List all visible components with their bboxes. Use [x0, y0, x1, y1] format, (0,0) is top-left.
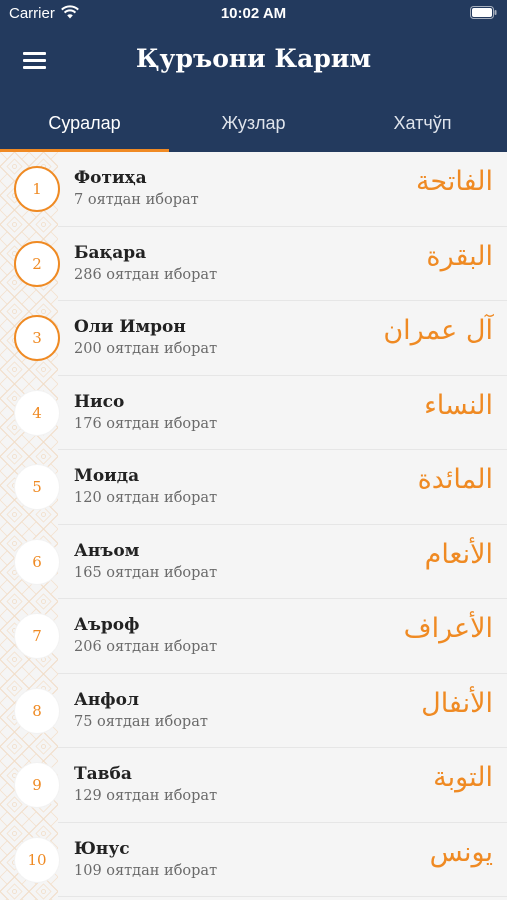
surah-name: Моида [74, 466, 140, 486]
surah-arabic-title: الأنعام [424, 538, 493, 570]
surah-arabic-title: الأنفال [421, 687, 493, 719]
surah-verse-count: 206 оятдан иборат [74, 639, 218, 655]
surah-row[interactable]: 4 Нисо 176 оятдан иборат النساء [0, 376, 507, 450]
surah-row[interactable]: 3 Оли Имрон 200 оятдан иборат آل عمران [0, 301, 507, 376]
surah-row[interactable]: 5 Моида 120 оятдан иборат المائدة [0, 450, 507, 525]
surah-name: Анфол [74, 689, 139, 710]
status-bar: Carrier 10:02 AM [0, 0, 507, 30]
surah-verse-count: 109 оятдан иборат [74, 862, 218, 879]
battery-icon [470, 6, 497, 19]
surah-verse-count: 120 оятдан иборат [74, 490, 218, 506]
surah-name: Юнус [74, 838, 130, 859]
surah-name: Аъроф [74, 615, 140, 635]
surah-arabic-title: الأعراف [403, 613, 493, 644]
surah-row[interactable]: 9 Тавба 129 оятдан иборат التوبة [0, 748, 507, 823]
surah-verse-count: 129 оятдан иборат [74, 788, 218, 804]
surah-row[interactable]: 2 Бақара 286 оятдан иборат البقرة [0, 227, 507, 301]
surah-arabic-title: البقرة [426, 240, 493, 272]
surah-list[interactable]: 1 Фотиҳа 7 оятдан иборат الفاتحة 2 Бақар… [0, 152, 507, 900]
surah-number-badge: 10 [14, 836, 60, 883]
surah-number-badge: 5 [14, 464, 60, 510]
app-header: Carrier 10:02 AM Қуръони Карим Суралар Ж… [0, 0, 507, 152]
status-time: 10:02 AM [220, 5, 287, 22]
nav-bar: Қуръони Карим [0, 36, 507, 86]
surah-number-badge: 3 [14, 315, 60, 361]
surah-verse-count: 75 оятдан иборат [74, 713, 208, 730]
surah-number-badge: 9 [14, 762, 60, 808]
surah-row[interactable]: 1 Фотиҳа 7 оятдан иборат الفاتحة [0, 152, 507, 227]
page-title: Қуръони Карим [135, 44, 372, 73]
surah-number-badge: 4 [14, 389, 60, 436]
surah-verse-count: 165 оятдан иборат [74, 564, 218, 581]
surah-arabic-title: الفاتحة [415, 166, 493, 197]
surah-name: Тавба [74, 764, 132, 784]
surah-number-badge: 7 [14, 613, 60, 659]
tab-juz[interactable]: Жузлар [169, 100, 338, 152]
tab-bookmarks[interactable]: Хатчўп [338, 100, 507, 152]
surah-arabic-title: التوبة [433, 762, 493, 793]
surah-arabic-title: آل عمران [383, 315, 493, 346]
surah-number-badge: 6 [14, 538, 60, 585]
surah-arabic-title: المائدة [417, 464, 493, 495]
surah-name: Фотиҳа [74, 168, 147, 188]
surah-number-badge: 1 [14, 166, 60, 212]
surah-row[interactable]: 7 Аъроф 206 оятдан иборат الأعراف [0, 599, 507, 674]
surah-row[interactable]: 10 Юнус 109 оятдан иборат يونس [0, 823, 507, 897]
surah-name: Бақара [74, 242, 147, 263]
surah-name: Оли Имрон [74, 317, 186, 337]
surah-number-badge: 2 [14, 240, 60, 287]
surah-name: Нисо [74, 391, 125, 412]
surah-arabic-title: النساء [424, 389, 493, 421]
surah-arabic-title: يونس [429, 836, 493, 868]
tab-surahs[interactable]: Суралар [0, 100, 169, 152]
surah-row[interactable]: 6 Анъом 165 оятдан иборат الأنعام [0, 525, 507, 599]
row-divider [58, 896, 507, 897]
surah-verse-count: 7 оятдан иборат [74, 192, 199, 208]
surah-row[interactable]: 8 Анфол 75 оятдан иборат الأنفال [0, 674, 507, 748]
surah-verse-count: 176 оятдан иборат [74, 415, 218, 432]
surah-number-badge: 8 [14, 687, 60, 734]
surah-verse-count: 286 оятдан иборат [74, 266, 218, 283]
tab-bar: Суралар Жузлар Хатчўп [0, 100, 507, 152]
surah-verse-count: 200 оятдан иборат [74, 341, 218, 357]
surah-name: Анъом [74, 540, 140, 561]
